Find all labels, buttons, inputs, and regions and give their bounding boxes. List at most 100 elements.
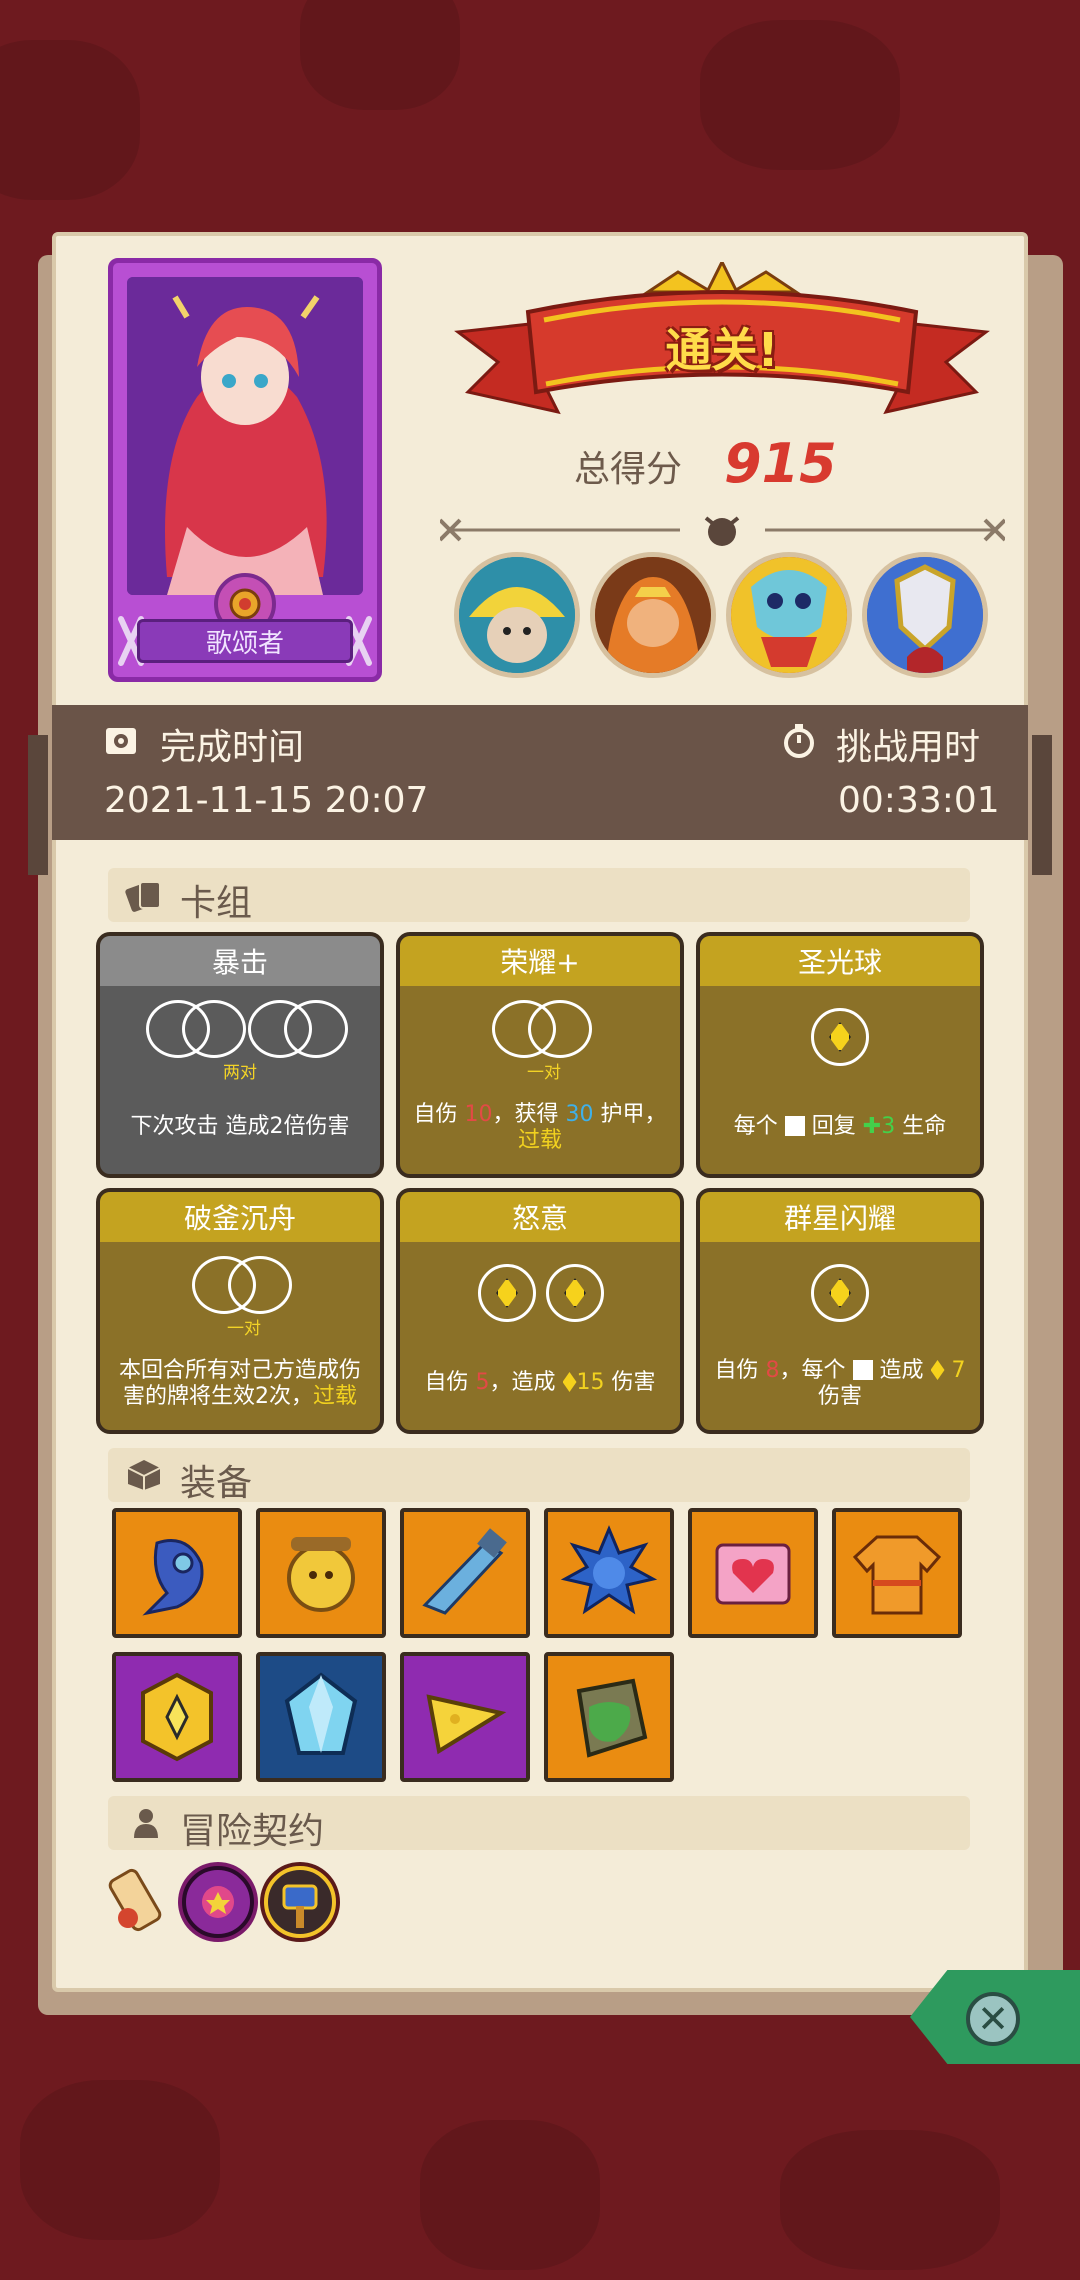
hero-name: 歌颂者: [137, 619, 353, 663]
card-description: 每个 回复 ✚3 生命: [733, 1114, 947, 1139]
lion-ring-icon: [287, 1537, 355, 1612]
equipment-slot[interactable]: [544, 1508, 674, 1638]
equipment-slot[interactable]: [544, 1652, 674, 1782]
completion-time-value: 2021-11-15 20:07: [104, 780, 429, 821]
hero-card[interactable]: 歌颂者: [108, 258, 382, 682]
dice-box-icon: [852, 1360, 873, 1380]
dice-requirement: 一对: [527, 1063, 561, 1083]
dice-box-icon: [784, 1116, 805, 1136]
card-description: 自伤 10，获得 30 护甲，过载: [413, 1102, 667, 1153]
moss-stone-icon: [576, 1678, 648, 1758]
completion-time-label: 完成时间: [160, 727, 305, 768]
boss-orange-monk-icon: [595, 557, 711, 673]
victory-banner: 通关!: [448, 258, 996, 442]
dice-slot: [182, 1000, 246, 1058]
diamond-icon: [496, 1278, 518, 1308]
overload-keyword: 过载: [517, 1128, 562, 1153]
contract-item[interactable]: [260, 1862, 340, 1942]
section-contracts-title: 冒险契约: [180, 1811, 325, 1852]
diamond-icon: [829, 1278, 851, 1308]
damage-value: 15: [576, 1370, 605, 1395]
cheese-icon: [426, 1694, 507, 1755]
sweater-icon: [852, 1535, 942, 1615]
card-title: 怒意: [400, 1192, 680, 1242]
deck-card[interactable]: 破釜沉舟 一对 本回合所有对己方造成伤害的牌将生效2次，过载: [96, 1188, 384, 1434]
boss-armored-knight-icon: [867, 557, 983, 673]
card-title: 圣光球: [700, 936, 980, 986]
deck-card[interactable]: 圣光球 每个 回复 ✚3 生命: [696, 932, 984, 1178]
boss-portrait[interactable]: [862, 552, 988, 678]
self-damage-value: 5: [475, 1370, 490, 1395]
dice-slot: [284, 1000, 348, 1058]
diamond-dice-slot: [478, 1264, 536, 1322]
card-title: 群星闪耀: [700, 1192, 980, 1242]
boss-portrait[interactable]: [590, 552, 716, 678]
equipment-slot[interactable]: [688, 1508, 818, 1638]
ornament-divider: [440, 516, 1005, 546]
boss-portrait[interactable]: [726, 552, 852, 678]
cards-icon: [125, 881, 161, 912]
card-description: 自伤 5，造成 15 伤害: [424, 1370, 656, 1395]
section-deck: 卡组: [108, 868, 970, 924]
deck-card[interactable]: 荣耀+ 一对 自伤 10，获得 30 护甲，过载: [396, 932, 684, 1178]
bar-edge: [1032, 735, 1052, 875]
purple-seal-icon: [182, 1866, 254, 1938]
blade-icon: [422, 1528, 507, 1615]
victory-title: 通关!: [665, 323, 779, 377]
close-button[interactable]: ✕: [966, 1992, 1020, 2046]
diamond-icon: [829, 1022, 851, 1052]
section-equipment-title: 装备: [180, 1463, 253, 1504]
boss-skull-mask-icon: [731, 557, 847, 673]
card-title: 暴击: [100, 936, 380, 986]
dice-slot: [228, 1256, 292, 1314]
diamond-dice-slot: [546, 1264, 604, 1322]
equipment-slot[interactable]: [256, 1508, 386, 1638]
equipment-slot[interactable]: [400, 1508, 530, 1638]
diamond-icon: [564, 1278, 586, 1308]
self-damage-value: 10: [464, 1102, 493, 1127]
section-contracts: 冒险契约: [108, 1796, 970, 1852]
section-deck-title: 卡组: [180, 883, 253, 924]
stopwatch-icon: [784, 724, 814, 758]
equipment-slot[interactable]: [112, 1508, 242, 1638]
close-icon: ✕: [977, 1997, 1009, 2041]
scroll-icon: [108, 1868, 162, 1932]
overload-keyword: 过载: [312, 1384, 357, 1409]
contract-item[interactable]: [98, 1862, 178, 1942]
armor-value: 30: [565, 1102, 594, 1127]
bar-edge: [28, 735, 48, 875]
contract-item[interactable]: [178, 1862, 258, 1942]
dice-slot: [528, 1000, 592, 1058]
score-label: 总得分: [574, 449, 683, 490]
card-description: 本回合所有对己方造成伤害的牌将生效2次，过载: [118, 1358, 361, 1409]
person-icon: [134, 1809, 158, 1838]
film-calendar-icon: [106, 728, 136, 754]
diamond-dice-slot: [811, 1008, 869, 1066]
card-title: 荣耀+: [400, 936, 680, 986]
score-value: 915: [724, 432, 837, 495]
cube-icon: [127, 1460, 161, 1490]
deck-card[interactable]: 暴击 两对 下次攻击 造成2倍伤害: [96, 932, 384, 1178]
crystal-icon: [284, 1672, 358, 1755]
deck-card[interactable]: 群星闪耀 自伤 8，每个 造成 7 伤害: [696, 1188, 984, 1434]
dice-requirement: 两对: [223, 1063, 257, 1083]
hammer-badge-icon: [264, 1866, 336, 1938]
boss-straw-hat-icon: [459, 557, 575, 673]
spiked-ball-icon: [560, 1525, 658, 1615]
equipment-slot[interactable]: [112, 1652, 242, 1782]
card-description: 自伤 8，每个 造成 7 伤害: [714, 1358, 966, 1409]
equipment-slot[interactable]: [400, 1652, 530, 1782]
deck-card[interactable]: 怒意 自伤 5，造成 15 伤害: [396, 1188, 684, 1434]
boss-portrait[interactable]: [454, 552, 580, 678]
card-description: 下次攻击 造成2倍伤害: [130, 1114, 350, 1139]
challenge-time-label: 挑战用时: [836, 727, 981, 768]
diamond-dice-slot: [811, 1264, 869, 1322]
dice-requirement: 一对: [227, 1319, 261, 1339]
section-equipment: 装备: [108, 1448, 970, 1504]
hero-portrait: [127, 277, 363, 595]
heart-box-icon: [715, 1543, 791, 1605]
equipment-slot[interactable]: [832, 1508, 962, 1638]
damage-value: 7: [951, 1358, 966, 1383]
heal-value: ✚3: [862, 1114, 896, 1139]
equipment-slot[interactable]: [256, 1652, 386, 1782]
